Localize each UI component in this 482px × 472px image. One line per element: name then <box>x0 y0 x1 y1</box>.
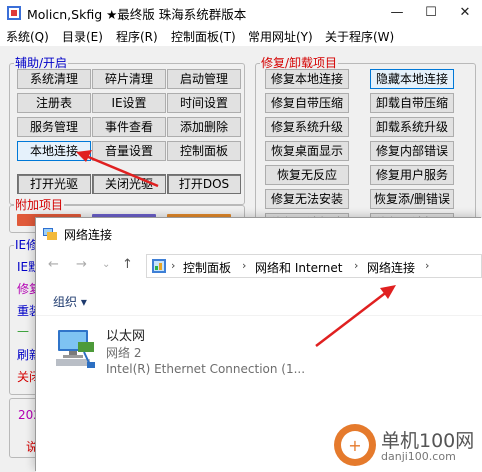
breadcrumb-separator-icon[interactable]: › <box>242 259 246 272</box>
add-remove-button[interactable]: 添加删除 <box>167 117 241 137</box>
network-window-titlebar: 网络连接 <box>36 218 482 250</box>
back-arrow-icon[interactable]: ← <box>48 257 59 272</box>
address-bar[interactable]: › 控制面板 › 网络和 Internet › 网络连接 › <box>146 254 482 278</box>
breadcrumb-network-internet[interactable]: 网络和 Internet <box>255 259 342 276</box>
svg-text:+: + <box>348 436 361 455</box>
adapter-device: Intel(R) Ethernet Connection (1... <box>106 362 306 376</box>
repair-internal-error-button[interactable]: 修复内部错误 <box>370 141 454 161</box>
app-title: Molicn,Skfig ★最终版 珠海系统群版本 <box>27 7 247 22</box>
local-connection-button[interactable]: 本地连接 <box>17 141 91 161</box>
organize-button[interactable]: 组织 ▾ <box>53 293 87 310</box>
repair-cannot-install-button[interactable]: 修复无法安装 <box>265 189 349 209</box>
uninstall-system-update-button[interactable]: 卸载系统升级 <box>370 117 454 137</box>
breadcrumb-network-connections[interactable]: 网络连接 <box>367 259 415 276</box>
breadcrumb-separator-icon[interactable]: › <box>425 259 429 272</box>
ethernet-adapter-icon[interactable] <box>54 324 100 370</box>
breadcrumb-separator-icon[interactable]: › <box>171 259 175 272</box>
startup-manager-button[interactable]: 启动管理 <box>167 69 241 89</box>
repair-builtin-zip-button[interactable]: 修复自带压缩 <box>265 93 349 113</box>
event-viewer-button[interactable]: 事件查看 <box>92 117 166 137</box>
menu-system[interactable]: 系统(Q) <box>6 28 49 45</box>
aux-legend: 辅助/开启 <box>14 56 69 70</box>
menu-directory[interactable]: 目录(E) <box>62 28 103 45</box>
close-cdrom-button[interactable]: 关闭光驱 <box>92 174 166 194</box>
ie-settings-button[interactable]: IE设置 <box>92 93 166 113</box>
restore-no-response-button[interactable]: 恢复无反应 <box>265 165 349 185</box>
watermark: + 单机100网 danji100.com <box>334 424 476 468</box>
forward-arrow-icon[interactable]: → <box>76 257 87 272</box>
restore-desktop-button[interactable]: 恢复桌面显示 <box>265 141 349 161</box>
repair-local-connection-button[interactable]: 修复本地连接 <box>265 69 349 89</box>
menu-about[interactable]: 关于程序(W) <box>325 28 394 45</box>
control-panel-icon <box>152 259 166 273</box>
network-window-title: 网络连接 <box>64 228 113 242</box>
network-folder-icon <box>43 228 57 240</box>
title-bar: Molicn,Skfig ★最终版 珠海系统群版本 — ☐ ✕ <box>0 0 482 26</box>
open-dos-button[interactable]: 打开DOS <box>167 174 241 194</box>
up-arrow-icon[interactable]: ↑ <box>122 257 133 272</box>
open-cdrom-button[interactable]: 打开光驱 <box>17 174 91 194</box>
breadcrumb-separator-icon[interactable]: › <box>354 259 358 272</box>
ie-separator-label: — <box>17 324 29 338</box>
menu-programs[interactable]: 程序(R) <box>116 28 158 45</box>
watermark-text: 单机100网 <box>381 430 475 452</box>
recent-chevron-icon[interactable]: ⌄ <box>102 259 110 270</box>
menu-bar: 系统(Q) 目录(E) 程序(R) 控制面板(T) 常用网址(Y) 关于程序(W… <box>0 26 482 46</box>
menu-common-sites[interactable]: 常用网址(Y) <box>248 28 313 45</box>
addon-legend: 附加项目 <box>14 198 65 212</box>
breadcrumb-control-panel[interactable]: 控制面板 <box>183 259 231 276</box>
time-settings-button[interactable]: 时间设置 <box>167 93 241 113</box>
hide-local-connection-button[interactable]: 隐藏本地连接 <box>370 69 454 89</box>
watermark-logo-icon: + <box>334 424 376 466</box>
registry-button[interactable]: 注册表 <box>17 93 91 113</box>
control-panel-button[interactable]: 控制面板 <box>167 141 241 161</box>
repair-system-update-button[interactable]: 修复系统升级 <box>265 117 349 137</box>
minimize-button[interactable]: — <box>380 0 414 26</box>
defrag-button[interactable]: 碎片清理 <box>92 69 166 89</box>
close-button[interactable]: ✕ <box>448 0 482 26</box>
app-icon <box>7 6 21 20</box>
navigation-bar: ← → ⌄ ↑ › 控制面板 › 网络和 Internet › 网络连接 › <box>36 250 482 280</box>
watermark-sub: danji100.com <box>381 450 456 463</box>
adapter-network: 网络 2 <box>106 346 142 360</box>
restore-add-remove-error-button[interactable]: 恢复添/删错误 <box>370 189 454 209</box>
maximize-button[interactable]: ☐ <box>414 0 448 26</box>
system-clean-button[interactable]: 系统清理 <box>17 69 91 89</box>
service-manager-button[interactable]: 服务管理 <box>17 117 91 137</box>
menu-control-panel[interactable]: 控制面板(T) <box>171 28 236 45</box>
adapter-name[interactable]: 以太网 <box>106 325 145 344</box>
repair-legend: 修复/卸载项目 <box>260 56 339 70</box>
command-bar: 组织 ▾ <box>36 280 482 316</box>
uninstall-builtin-zip-button[interactable]: 卸载自带压缩 <box>370 93 454 113</box>
repair-user-service-button[interactable]: 修复用户服务 <box>370 165 454 185</box>
volume-settings-button[interactable]: 音量设置 <box>92 141 166 161</box>
